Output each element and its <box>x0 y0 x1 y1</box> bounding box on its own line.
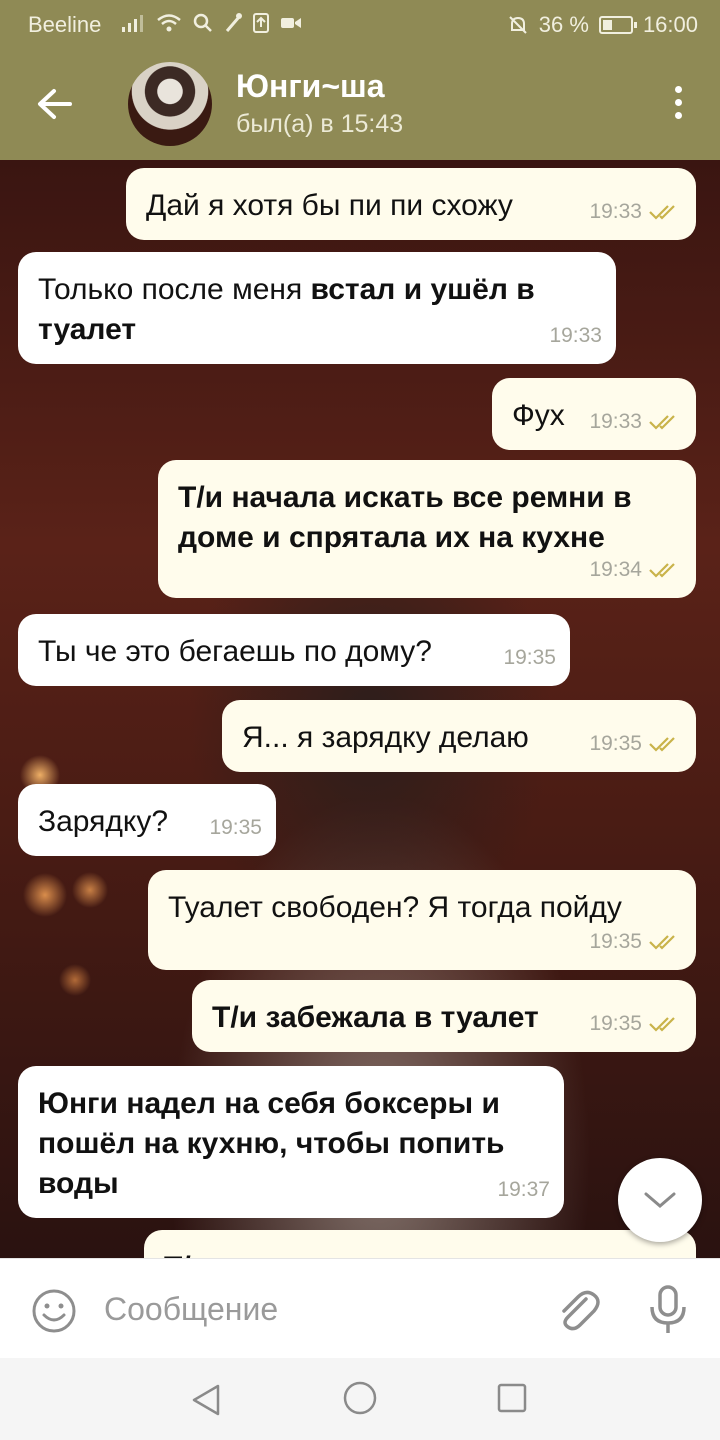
message-time: 19:35 <box>209 816 262 839</box>
message-bubble[interactable]: Дай я хотя бы пи пи схожу 19:33 <box>126 168 696 240</box>
message-bubble[interactable]: Юнги надел на себя боксеры и пошёл на ку… <box>18 1066 564 1218</box>
emoji-icon[interactable] <box>30 1287 78 1335</box>
nav-back-icon[interactable] <box>188 1382 224 1418</box>
battery-percent: 36 % <box>538 12 589 37</box>
message-text: Дай я хотя бы пи пи схожу <box>146 189 513 222</box>
nav-home-icon[interactable] <box>342 1380 378 1416</box>
message-composer <box>0 1258 720 1359</box>
message-text: Т/ <box>164 1251 191 1258</box>
message-text: Туалет свободен? Я тогда пойду <box>168 891 622 924</box>
read-ticks-icon <box>649 415 675 430</box>
search-icon <box>193 13 212 32</box>
message-time: 19:37 <box>497 1178 550 1201</box>
message-bubble[interactable]: Туалет свободен? Я тогда пойду 19:35 <box>148 870 696 970</box>
scroll-down-button[interactable] <box>618 1158 702 1242</box>
read-ticks-icon <box>649 563 675 578</box>
message-time: 19:33 <box>589 410 642 433</box>
status-icons <box>120 12 302 34</box>
message-text: Фух <box>512 399 565 432</box>
message-bubble[interactable]: Только после меня встал и ушёл в туалет … <box>18 252 616 364</box>
message-time: 19:35 <box>589 1012 642 1035</box>
message-bubble[interactable]: Т/ <box>144 1230 696 1258</box>
clock: 16:00 <box>642 12 698 37</box>
avatar[interactable] <box>128 62 212 146</box>
message-text: Ты че это бегаешь по дому? <box>38 635 432 668</box>
message-bubble[interactable]: Ты че это бегаешь по дому? 19:35 <box>18 614 570 686</box>
contact-last-seen: был(а) в 15:43 <box>236 110 404 138</box>
message-bubble[interactable]: Т/и начала искать все ремни в доме и спр… <box>158 460 696 598</box>
status-bar: Beeline 36 % 16:00 <box>0 0 720 48</box>
message-text: Т/и забежала в туалет <box>212 1001 539 1034</box>
system-nav-bar <box>0 1358 720 1440</box>
message-text: Я... я зарядку делаю <box>242 721 529 754</box>
read-ticks-icon <box>649 205 675 220</box>
chat-area[interactable]: Дай я хотя бы пи пи схожу 19:33 Только п… <box>0 160 720 1258</box>
battery-icon <box>598 16 637 34</box>
mute-bell-icon <box>509 16 527 34</box>
message-bubble[interactable]: Т/и забежала в туалет 19:35 <box>192 980 696 1052</box>
message-input[interactable] <box>104 1285 524 1333</box>
message-bubble[interactable]: Зарядку? 19:35 <box>18 784 276 856</box>
message-time: 19:34 <box>589 558 642 581</box>
back-arrow-icon[interactable] <box>30 82 80 126</box>
paperclip-icon[interactable] <box>552 1285 602 1335</box>
read-ticks-icon <box>649 737 675 752</box>
contact-name[interactable]: Юнги~ша <box>236 68 384 105</box>
message-text: Т/и начала искать все ремни в доме и спр… <box>178 481 632 554</box>
nav-recent-icon[interactable] <box>496 1382 528 1414</box>
chevron-down-icon <box>644 1192 676 1208</box>
more-vert-icon[interactable] <box>672 86 684 119</box>
read-ticks-icon <box>649 1017 675 1032</box>
message-time: 19:35 <box>503 646 556 669</box>
wifi-icon <box>157 14 181 32</box>
message-time: 19:33 <box>549 324 602 347</box>
message-time: 19:35 <box>589 930 642 953</box>
read-ticks-icon <box>649 935 675 950</box>
video-icon <box>281 18 301 28</box>
mic-status-icon <box>225 13 242 32</box>
signal-icon <box>122 15 143 32</box>
message-time: 19:35 <box>589 732 642 755</box>
carrier-name: Beeline <box>28 12 102 37</box>
message-bubble[interactable]: Я... я зарядку делаю 19:35 <box>222 700 696 772</box>
message-bubble[interactable]: Фух 19:33 <box>492 378 696 450</box>
message-text: Юнги надел на себя боксеры и пошёл на ку… <box>38 1087 505 1200</box>
chat-header: Юнги~ша был(а) в 15:43 <box>0 48 720 160</box>
message-text: Только после меня встал и ушёл в туалет <box>38 273 535 346</box>
microphone-icon[interactable] <box>646 1283 690 1337</box>
upload-icon <box>253 13 269 33</box>
message-text: Зарядку? <box>38 805 169 838</box>
message-time: 19:33 <box>589 200 642 223</box>
